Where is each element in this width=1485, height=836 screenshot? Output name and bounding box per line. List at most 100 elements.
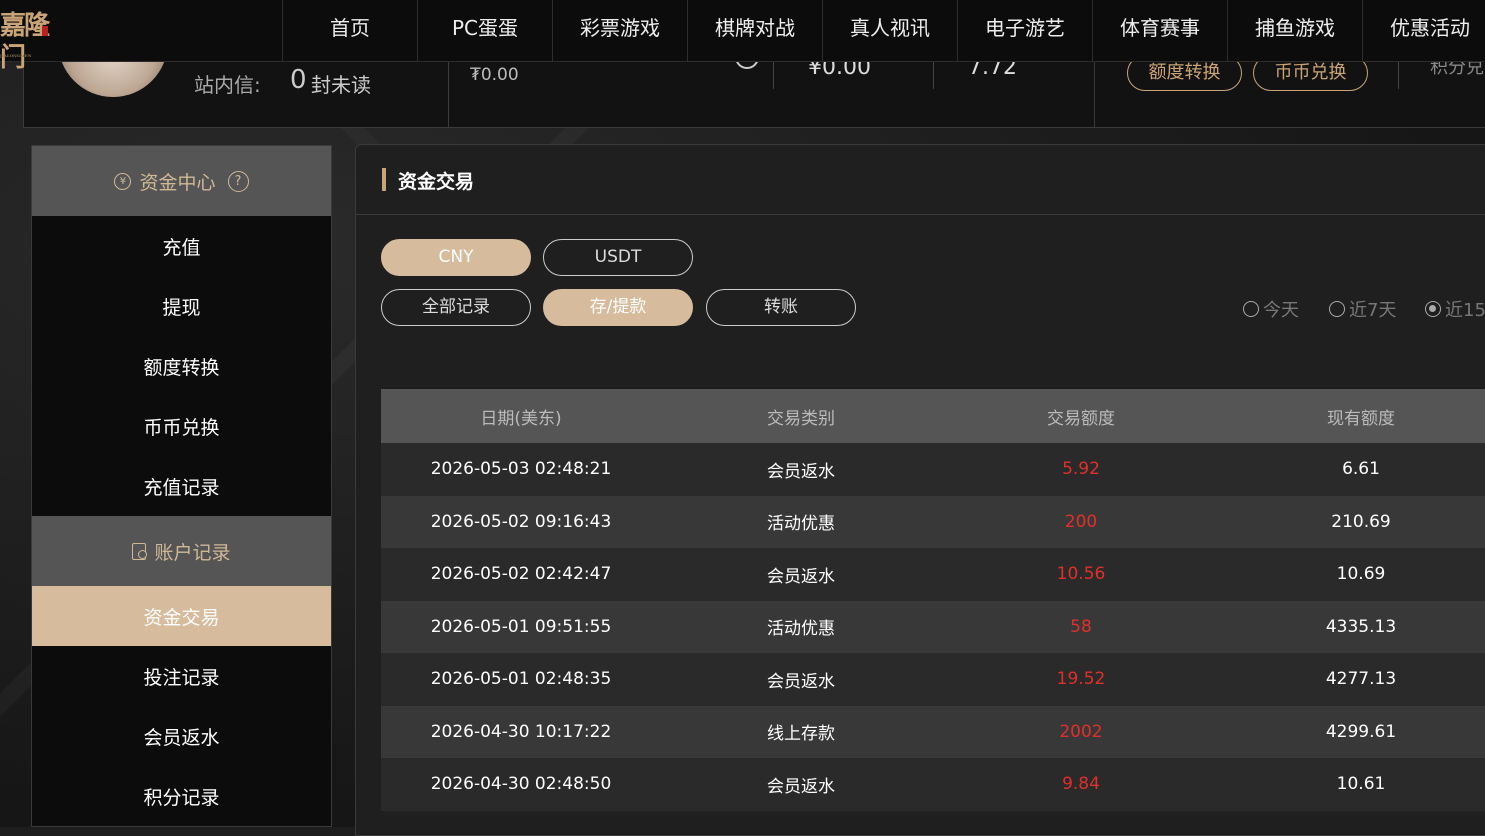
tab-usdt[interactable]: USDT <box>543 239 693 276</box>
sidebar-item-withdraw[interactable]: 提现 <box>32 276 331 336</box>
sidebar-section-account: 账户记录 <box>32 516 331 586</box>
balance-main: ₮0.00 <box>470 65 519 85</box>
range-label: 近7天 <box>1349 300 1397 321</box>
range-7-days[interactable]: 近7天 <box>1329 296 1396 322</box>
nav-home[interactable]: 首页 <box>282 0 417 61</box>
cell-type: 会员返水 <box>767 671 835 692</box>
sidebar-item-transactions[interactable]: 资金交易 <box>32 586 331 646</box>
sidebar-item-coin-exchange[interactable]: 币币兑换 <box>32 396 331 456</box>
cell-type: 会员返水 <box>767 461 835 482</box>
inbox-label: 站内信: <box>194 73 261 97</box>
cell-amount: 2002 <box>1059 721 1103 742</box>
cell-date: 2026-05-03 02:48:21 <box>430 459 612 480</box>
logo-seal <box>42 26 48 36</box>
table-row: 2026-04-30 02:48:50 会员返水 9.84 10.61 <box>381 758 1485 811</box>
cell-type: 活动优惠 <box>767 619 835 640</box>
cell-amount: 19.52 <box>1056 669 1106 690</box>
range-today[interactable]: 今天 <box>1243 296 1299 322</box>
cell-balance: 4277.13 <box>1325 669 1397 690</box>
cell-date: 2026-04-30 02:48:50 <box>430 774 612 795</box>
tab-cny[interactable]: CNY <box>381 239 531 276</box>
table-row: 2026-05-01 09:51:55 活动优惠 58 4335.13 <box>381 600 1485 653</box>
nav-promotions[interactable]: 优惠活动 <box>1362 0 1485 61</box>
cell-amount: 58 <box>1070 616 1092 637</box>
table-row: 2026-05-02 02:42:47 会员返水 10.56 10.69 <box>381 548 1485 601</box>
help-icon[interactable]: ? <box>227 170 249 192</box>
radio-selected-icon <box>1425 301 1441 317</box>
cell-balance: 6.61 <box>1342 459 1380 480</box>
cell-balance: 10.69 <box>1336 564 1386 585</box>
tab-transfer[interactable]: 转账 <box>706 289 856 326</box>
cell-amount: 10.56 <box>1056 564 1106 585</box>
nav-pc-dandan[interactable]: PC蛋蛋 <box>417 0 552 61</box>
sidebar: ¥ 资金中心 ? 充值 提现 额度转换 币币兑换 充值记录 账户记录 资金交易 … <box>31 145 332 827</box>
cell-date: 2026-05-02 09:16:43 <box>430 511 612 532</box>
range-label: 今天 <box>1263 300 1299 321</box>
cell-balance: 10.61 <box>1336 774 1386 795</box>
nav-fishing[interactable]: 捕鱼游戏 <box>1227 0 1362 61</box>
page-title: 资金交易 <box>398 171 475 193</box>
nav-chess-cards[interactable]: 棋牌对战 <box>687 0 822 61</box>
cell-amount: 5.92 <box>1062 459 1100 480</box>
cell-amount: 200 <box>1064 511 1098 532</box>
sidebar-section-title: 资金中心 <box>139 171 216 194</box>
tab-all-records[interactable]: 全部记录 <box>381 289 531 326</box>
nav-sports[interactable]: 体育赛事 <box>1092 0 1227 61</box>
cell-type: 活动优惠 <box>767 514 835 535</box>
table-row: 2026-04-30 10:17:22 线上存款 2002 4299.61 <box>381 705 1485 758</box>
main-nav: 首页 PC蛋蛋 彩票游戏 棋牌对战 真人视讯 电子游艺 体育赛事 捕鱼游戏 优惠… <box>282 0 1485 61</box>
column-header-date: 日期(美东) <box>480 408 562 429</box>
table-row: 2026-05-02 09:16:43 活动优惠 200 210.69 <box>381 495 1485 548</box>
inbox-count[interactable]: 0 <box>290 65 307 95</box>
column-header-type: 交易类别 <box>767 408 835 429</box>
cell-balance: 4335.13 <box>1325 616 1397 637</box>
inbox-unit: 封未读 <box>311 73 371 97</box>
table-row: 2026-05-03 02:48:21 会员返水 5.92 6.61 <box>381 443 1485 496</box>
range-15-days[interactable]: 近15 <box>1425 296 1485 322</box>
sidebar-section-title: 账户记录 <box>154 541 231 564</box>
record-icon <box>132 542 148 560</box>
cell-balance: 210.69 <box>1331 511 1391 532</box>
tab-deposit-withdraw[interactable]: 存/提款 <box>543 289 693 326</box>
sidebar-item-deposit[interactable]: 充值 <box>32 216 331 276</box>
cell-type: 线上存款 <box>767 724 835 745</box>
title-accent-bar <box>382 168 386 191</box>
cell-date: 2026-04-30 10:17:22 <box>430 721 612 742</box>
divider <box>448 61 449 127</box>
nav-live-video[interactable]: 真人视讯 <box>822 0 957 61</box>
sidebar-item-deposit-records[interactable]: 充值记录 <box>32 456 331 516</box>
nav-lottery[interactable]: 彩票游戏 <box>552 0 687 61</box>
main-panel: 资金交易 CNY USDT 全部记录 存/提款 转账 今天 近7天 近15 日期… <box>355 144 1485 836</box>
cell-date: 2026-05-01 02:48:35 <box>430 669 612 690</box>
nav-e-games[interactable]: 电子游艺 <box>957 0 1092 61</box>
radio-icon <box>1329 301 1345 317</box>
transactions-table: 日期(美东) 交易类别 交易额度 现有额度 2026-05-03 02:48:2… <box>381 389 1485 811</box>
divider <box>773 61 774 89</box>
site-logo[interactable]: 嘉隆门 JIALONGMEN <box>0 10 60 73</box>
logo-tagline: JIALONGMEN <box>0 53 32 58</box>
sidebar-item-credit-transfer[interactable]: 额度转换 <box>32 336 331 396</box>
cell-date: 2026-05-02 02:42:47 <box>430 564 612 585</box>
cell-balance: 4299.61 <box>1325 721 1397 742</box>
radio-icon <box>1243 301 1259 317</box>
panel-header: 资金交易 <box>356 145 1485 215</box>
top-navbar: 嘉隆门 JIALONGMEN 首页 PC蛋蛋 彩票游戏 棋牌对战 真人视讯 电子… <box>0 0 1485 73</box>
divider <box>933 61 934 89</box>
range-label: 近15 <box>1445 300 1485 321</box>
yen-coin-icon: ¥ <box>114 172 132 190</box>
divider <box>1398 61 1399 89</box>
sidebar-item-rebates[interactable]: 会员返水 <box>32 706 331 766</box>
column-header-balance: 现有额度 <box>1327 408 1395 429</box>
table-row: 2026-05-01 02:48:35 会员返水 19.52 4277.13 <box>381 653 1485 706</box>
table-body: 2026-05-03 02:48:21 会员返水 5.92 6.61 2026-05-0… <box>381 443 1485 811</box>
cell-amount: 9.84 <box>1062 774 1100 795</box>
cell-type: 会员返水 <box>767 776 835 797</box>
sidebar-item-bet-records[interactable]: 投注记录 <box>32 646 331 706</box>
divider <box>1094 61 1095 127</box>
column-header-amount: 交易额度 <box>1047 408 1115 429</box>
user-info-panel: 站内信: 0 封未读 ₮0.00 ¥0.00 7.72 额度转换 币币兑换 积分… <box>23 41 1485 128</box>
cell-date: 2026-05-01 09:51:55 <box>430 616 612 637</box>
sidebar-item-points-records[interactable]: 积分记录 <box>32 766 331 826</box>
cell-type: 会员返水 <box>767 566 835 587</box>
sidebar-section-funds: ¥ 资金中心 ? <box>32 146 331 216</box>
